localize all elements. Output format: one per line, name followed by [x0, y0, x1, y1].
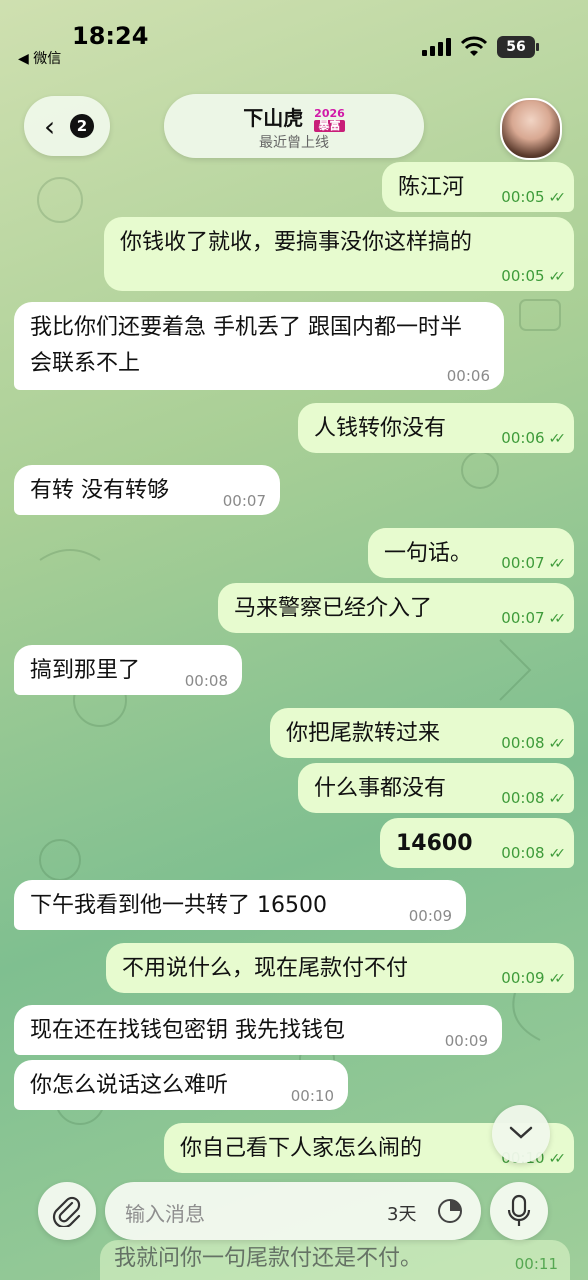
double-check-icon: ✓✓ [548, 846, 567, 862]
voice-record-button[interactable] [490, 1182, 548, 1240]
back-button[interactable]: ‹ 2 [24, 96, 110, 156]
unread-count-badge: 2 [70, 114, 94, 138]
message-bubble[interactable]: 你钱收了就收，要搞事没你这样搞的 00:05 ✓✓ [104, 217, 574, 291]
timer-icon[interactable] [435, 1196, 465, 1226]
double-check-icon: ✓✓ [548, 556, 567, 572]
double-check-icon: ✓✓ [548, 269, 567, 285]
message-bubble[interactable]: 14600 00:08 ✓✓ [380, 818, 574, 868]
double-check-icon: ✓✓ [548, 791, 567, 807]
chat-title-pill[interactable]: 下山虎 2026 暴富 最近曾上线 [164, 94, 424, 158]
chevron-left-icon: ‹ [44, 110, 56, 143]
message-bubble[interactable]: 你怎么说话这么难听 00:10 [14, 1060, 348, 1110]
message-bubble[interactable]: 什么事都没有 00:08 ✓✓ [298, 763, 574, 813]
double-check-icon: ✓✓ [548, 1151, 567, 1167]
message-bubble-partial: 我就问你一句尾款付还是不付。 00:11 [100, 1240, 570, 1280]
microphone-icon [507, 1194, 531, 1226]
double-check-icon: ✓✓ [548, 971, 567, 987]
battery-indicator: 56 [497, 36, 539, 58]
double-check-icon: ✓✓ [548, 190, 567, 206]
chat-title: 下山虎 [243, 106, 304, 130]
message-bubble[interactable]: 下午我看到他一共转了 16500 00:09 [14, 880, 466, 930]
message-bubble[interactable]: 搞到那里了 00:08 [14, 645, 242, 695]
message-bubble[interactable]: 一句话。 00:07 ✓✓ [368, 528, 574, 578]
wifi-icon [460, 36, 488, 56]
double-check-icon: ✓✓ [548, 611, 567, 627]
attach-button[interactable] [38, 1182, 96, 1240]
scroll-to-bottom-button[interactable] [492, 1105, 550, 1163]
message-bubble[interactable]: 你把尾款转过来 00:08 ✓✓ [270, 708, 574, 758]
status-time: 18:24 [72, 22, 149, 50]
double-check-icon: ✓✓ [548, 431, 567, 447]
message-bubble[interactable]: 现在还在找钱包密钥 我先找钱包 00:09 [14, 1005, 502, 1055]
status-bar: 18:24 ◀ 微信 56 [0, 0, 588, 80]
self-destruct-timer-label[interactable]: 3天 [387, 1200, 416, 1226]
double-check-icon: ✓✓ [548, 736, 567, 752]
message-bubble[interactable]: 我比你们还要着急 手机丢了 跟国内都一时半会联系不上 00:06 [14, 302, 504, 390]
message-input[interactable]: 输入消息 3天 [105, 1182, 481, 1240]
message-bubble[interactable]: 有转 没有转够 00:07 [14, 465, 280, 515]
avatar[interactable] [500, 98, 562, 160]
message-bubble[interactable]: 人钱转你没有 00:06 ✓✓ [298, 403, 574, 453]
chat-subtitle: 最近曾上线 [259, 135, 329, 151]
signal-icon [422, 38, 451, 56]
back-to-app-link[interactable]: ◀ 微信 [18, 48, 61, 68]
chevron-down-icon [509, 1126, 533, 1139]
paperclip-icon [52, 1196, 81, 1227]
message-bubble[interactable]: 陈江河 00:05 ✓✓ [382, 162, 574, 212]
message-bubble[interactable]: 不用说什么，现在尾款付不付 00:09 ✓✓ [106, 943, 574, 993]
title-emoji-badge: 2026 暴富 [314, 106, 345, 132]
message-bubble[interactable]: 马来警察已经介入了 00:07 ✓✓ [218, 583, 574, 633]
